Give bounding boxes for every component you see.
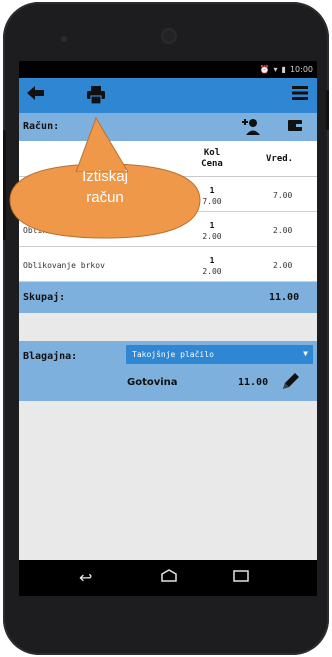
callout-text: Iztiskaj račun [20,166,190,208]
receipt-header: Račun: [19,113,317,141]
add-person-icon[interactable] [241,118,261,140]
status-bar: ⏰ ▾ ▮ 10:00 [19,61,317,78]
total-value: 11.00 [269,292,300,303]
item-value: 7.00 [273,191,293,200]
print-icon[interactable] [86,85,106,110]
recents-nav-icon[interactable] [232,568,250,587]
total-row: Skupaj: 11.00 [19,282,317,313]
battery-icon: ▮ [281,65,286,74]
front-camera [163,30,175,42]
alarm-icon: ⏰ [259,65,270,74]
total-label: Skupaj: [23,292,66,303]
menu-icon[interactable] [291,85,309,106]
item-value: 2.00 [273,261,293,270]
payment-type-value: Takojšnje plačilo [132,350,214,359]
list-item[interactable]: Oblikovanje brkov 1 2.00 2.00 [19,247,317,282]
app-screen: ⏰ ▾ ▮ 10:00 Račun: Kol Cena Vred. 1 7.00… [19,61,317,560]
item-price: 2.00 [202,267,222,276]
payment-method: Gotovina [127,377,178,388]
payment-type-select[interactable]: Takojšnje plačilo ▼ [126,345,313,364]
cash-register-label: Blagajna: [23,351,78,362]
android-nav-bar: ↩ [19,560,317,596]
sensor-dot [61,36,67,42]
item-qty: 1 [209,256,215,265]
power-button [326,90,329,130]
wifi-icon: ▾ [273,65,278,74]
wallet-icon[interactable] [287,118,303,136]
edit-pencil-icon[interactable] [281,371,301,396]
value-column-label: Vred. [266,154,294,164]
item-value: 2.00 [273,226,293,235]
item-qty-price: 1 2.00 [194,255,230,277]
receipt-label: Račun: [23,121,60,132]
status-time: 10:00 [289,65,313,74]
back-arrow-icon[interactable] [27,85,45,106]
dropdown-caret-icon: ▼ [303,349,308,358]
toolbar [19,78,317,113]
cash-register-section: Blagajna: Takojšnje plačilo ▼ Gotovina 1… [19,341,317,401]
payment-amount: 11.00 [238,377,269,388]
callout-line1: Iztiskaj [82,168,128,185]
spacer [19,313,317,341]
callout-line2: račun [86,189,124,206]
back-nav-icon[interactable]: ↩ [79,568,92,587]
item-name: Oblikovanje brkov [23,261,105,270]
callout-pointer [75,116,129,172]
home-nav-icon[interactable] [159,568,179,587]
